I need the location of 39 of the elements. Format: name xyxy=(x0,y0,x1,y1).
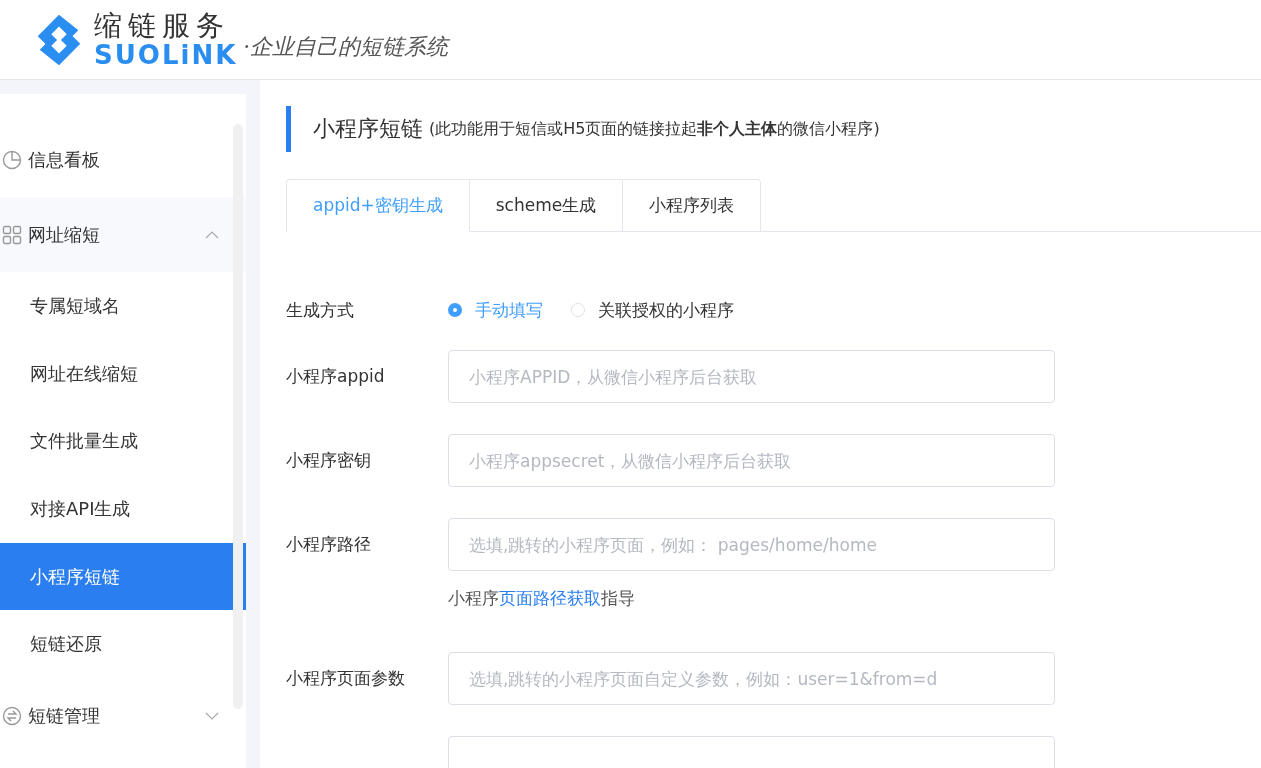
sidebar-item[interactable]: 对接API生成 xyxy=(0,475,246,543)
sidebar-group[interactable]: 信息看板 xyxy=(0,122,246,197)
group-label: 信息看板 xyxy=(28,147,101,172)
hint-text: 小程序页面路径获取指导 xyxy=(448,587,636,610)
pie-chart-icon xyxy=(2,149,22,170)
sidebar-group[interactable]: 短链管理 xyxy=(0,678,246,754)
input-field[interactable]: 选填,跳转的小程序页面，例如： pages/home/home xyxy=(448,518,1055,571)
logo-brand: SUOLiNK xyxy=(94,41,238,68)
input-field[interactable]: 小程序appsecret，从微信小程序后台获取 xyxy=(448,434,1055,487)
tab[interactable]: 小程序列表 xyxy=(623,179,762,232)
sidebar-item[interactable]: 短链还原 xyxy=(0,610,246,679)
tab[interactable]: scheme生成 xyxy=(469,179,624,232)
field-label: 生成方式 xyxy=(286,298,355,322)
page-subtitle: (此功能用于短信或H5页面的链接拉起非个人主体的微信小程序) xyxy=(429,118,880,140)
sidebar-group[interactable]: 网址缩短 xyxy=(0,197,246,272)
slogan: ·企业自己的短链系统 xyxy=(243,32,449,61)
field-label: 小程序页面参数 xyxy=(286,667,406,690)
field-label: 小程序路径 xyxy=(286,533,372,556)
radio-option[interactable]: 关联授权的小程序 xyxy=(571,298,734,322)
sidebar-item[interactable]: 网址在线缩短 xyxy=(0,339,246,408)
page-title: 小程序短链 xyxy=(313,115,423,143)
chevron-down-icon xyxy=(205,711,219,720)
group-label: 网址缩短 xyxy=(28,222,101,247)
sidebar-item[interactable]: 小程序短链 xyxy=(0,542,246,611)
chevron-up-icon xyxy=(205,230,219,239)
input-field[interactable]: 选填,跳转的小程序页面自定义参数，例如：user=1&from=d xyxy=(448,652,1055,705)
scrollbar[interactable] xyxy=(233,124,243,709)
field-label: 小程序密钥 xyxy=(286,449,372,472)
field-label: 小程序appid xyxy=(286,365,386,388)
exchange-icon xyxy=(2,705,22,726)
sidebar-item[interactable]: 文件批量生成 xyxy=(0,407,246,476)
logo-title: 缩链服务 xyxy=(94,11,231,40)
grid-icon xyxy=(2,224,22,245)
guide-link[interactable]: 页面路径获取 xyxy=(499,588,601,608)
sidebar-item[interactable]: 专属短域名 xyxy=(0,272,246,340)
radio-label: 手动填写 xyxy=(475,298,543,322)
radio-label: 关联授权的小程序 xyxy=(598,298,734,322)
group-label: 短链管理 xyxy=(28,703,101,728)
input-field[interactable]: 小程序APPID，从微信小程序后台获取 xyxy=(448,350,1055,403)
